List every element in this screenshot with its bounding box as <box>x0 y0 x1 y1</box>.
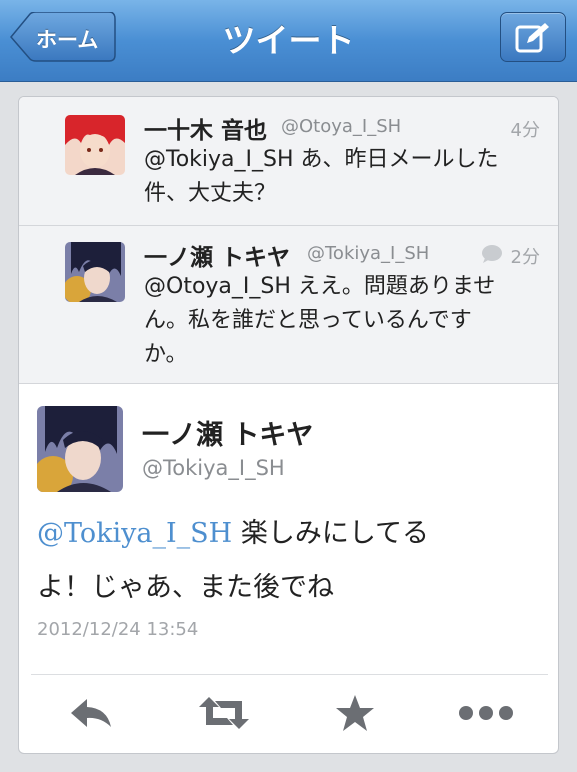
reply-text-line: @Tokiya_I_SH あ、昨日メールした <box>144 147 499 172</box>
tweet-detail-card: 一十木 音也 @Otoya_I_SH 4分 @Tokiya_I_SH あ、昨日メ… <box>18 96 559 754</box>
reply-tweet[interactable]: 一ノ瀬 トキヤ @Tokiya_I_SH 2分 @Otoya_I_SH ええ。問… <box>19 226 558 384</box>
tweet-text-line: よ！じゃあ、また後でね <box>37 572 334 603</box>
avatar[interactable] <box>65 115 125 175</box>
reply-text-line: か。 <box>144 342 188 367</box>
tokiya-avatar-image <box>65 242 125 302</box>
more-icon[interactable] <box>457 693 515 733</box>
tweet-text: @Tokiya_I_SH 楽しみにしてる よ！じゃあ、また後でね <box>37 507 537 615</box>
reply-author-handle: @Otoya_I_SH <box>281 116 402 137</box>
reply-text-line: ん。私を誰だと思っているんです <box>144 308 472 333</box>
navigation-bar: ホーム ツイート <box>0 0 577 82</box>
tokiya-avatar-image <box>37 406 123 492</box>
reply-text-line: @Otoya_I_SH ええ。問題ありませ <box>144 274 496 299</box>
compose-icon <box>515 23 549 53</box>
tweet-author-handle: @Tokiya_I_SH <box>142 456 285 480</box>
tweet-author-name[interactable]: 一ノ瀬 トキヤ <box>142 413 313 452</box>
tweet-timestamp: 2012/12/24 13:54 <box>37 619 199 640</box>
avatar[interactable] <box>65 242 125 302</box>
reply-icon[interactable] <box>69 693 113 733</box>
reply-author-name[interactable]: 一十木 音也 <box>144 111 267 145</box>
main-avatar[interactable] <box>37 406 123 492</box>
reply-text: @Otoya_I_SH ええ。問題ありませ ん。私を誰だと思っているんです か。 <box>144 270 544 372</box>
reply-timestamp: 4分 <box>510 120 540 141</box>
reply-text: @Tokiya_I_SH あ、昨日メールした 件、大丈夫？ <box>144 143 544 211</box>
reply-author-handle: @Tokiya_I_SH <box>307 243 430 264</box>
favorite-star-icon[interactable] <box>335 693 375 733</box>
reply-tweet[interactable]: 一十木 音也 @Otoya_I_SH 4分 @Tokiya_I_SH あ、昨日メ… <box>19 97 558 226</box>
action-bar <box>19 675 558 753</box>
reply-timestamp: 2分 <box>510 247 540 268</box>
compose-button[interactable] <box>500 12 566 62</box>
page-title: ツイート <box>222 21 355 60</box>
conversation-icon <box>482 245 502 263</box>
reply-text-line: 件、大丈夫？ <box>144 181 277 206</box>
tweet-text-segment: 楽しみにしてる <box>232 518 430 549</box>
otoya-avatar-image <box>65 115 125 175</box>
tweet-text-line: @Tokiya_I_SH 楽しみにしてる <box>37 507 537 561</box>
mention-link[interactable]: @Tokiya_I_SH <box>37 518 232 549</box>
retweet-icon[interactable] <box>197 693 251 733</box>
reply-author-name[interactable]: 一ノ瀬 トキヤ <box>144 238 290 272</box>
